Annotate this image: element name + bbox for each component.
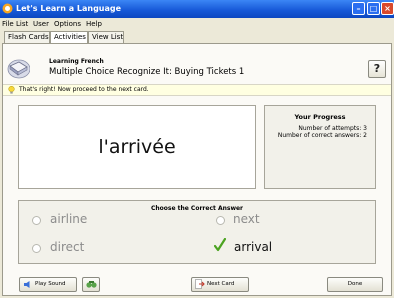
info-bar: That's right! Now proceed to the next ca… [3,84,391,96]
option-label: airline [50,212,88,226]
close-button[interactable]: × [381,2,394,15]
target-word: l'arrivée [98,136,176,158]
correct-count: Number of correct answers: 2 [277,132,367,139]
activity-title: Multiple Choice Recognize It: Buying Tic… [49,67,245,77]
next-card-button[interactable]: Next Card [191,277,249,292]
app-icon [2,3,13,14]
option-label: next [233,212,260,226]
lightbulb-icon [8,86,15,94]
tab-flash-cards[interactable]: Flash Cards [4,31,50,43]
bottom-toolbar: Play Sound Next Card Done [2,272,392,296]
menu-list[interactable]: List [16,20,28,28]
maximize-button[interactable]: □ [367,2,380,15]
progress-heading: Your Progress [294,113,346,121]
app-window: Let's Learn a Language – □ × File List U… [0,0,394,298]
word-card: l'arrivée [18,105,256,189]
choices-panel: Choose the Correct Answer [18,200,376,264]
choices-heading: Choose the Correct Answer [150,205,244,212]
minimize-button[interactable]: – [352,2,365,15]
radio-button[interactable] [32,244,41,253]
activity-header: Learning French Multiple Choice Recogniz… [6,55,388,81]
play-sound-button[interactable]: Play Sound [19,277,77,292]
progress-panel: Your Progress Number of attempts: 3 Numb… [264,105,376,189]
checkmark-icon [214,238,226,252]
record-button[interactable] [82,277,100,292]
menu-file[interactable]: File [2,20,14,28]
option-label: direct [50,240,85,254]
speaker-icon [24,281,30,288]
option-label: arrival [234,240,273,254]
activity-subtitle: Learning French [49,58,104,65]
menu-user[interactable]: User [33,20,49,28]
menu-help[interactable]: Help [86,20,102,28]
next-card-label: Next Card [207,281,235,287]
menu-bar: File List User Options Help [0,18,394,30]
title-bar: Let's Learn a Language – □ × [0,0,394,18]
info-message: That's right! Now proceed to the next ca… [19,86,149,93]
radio-button[interactable] [32,216,41,225]
recorder-icon [86,281,97,288]
window-title: Let's Learn a Language [16,4,122,13]
radio-button[interactable] [216,216,225,225]
menu-options[interactable]: Options [54,20,81,28]
play-sound-label: Play Sound [35,281,66,287]
book-icon [7,59,30,79]
done-button[interactable]: Done [327,277,383,292]
next-arrow-icon [195,279,205,289]
tab-view-list[interactable]: View List [88,31,124,43]
help-button[interactable]: ? [368,60,386,78]
attempts-count: Number of attempts: 3 [298,125,367,132]
